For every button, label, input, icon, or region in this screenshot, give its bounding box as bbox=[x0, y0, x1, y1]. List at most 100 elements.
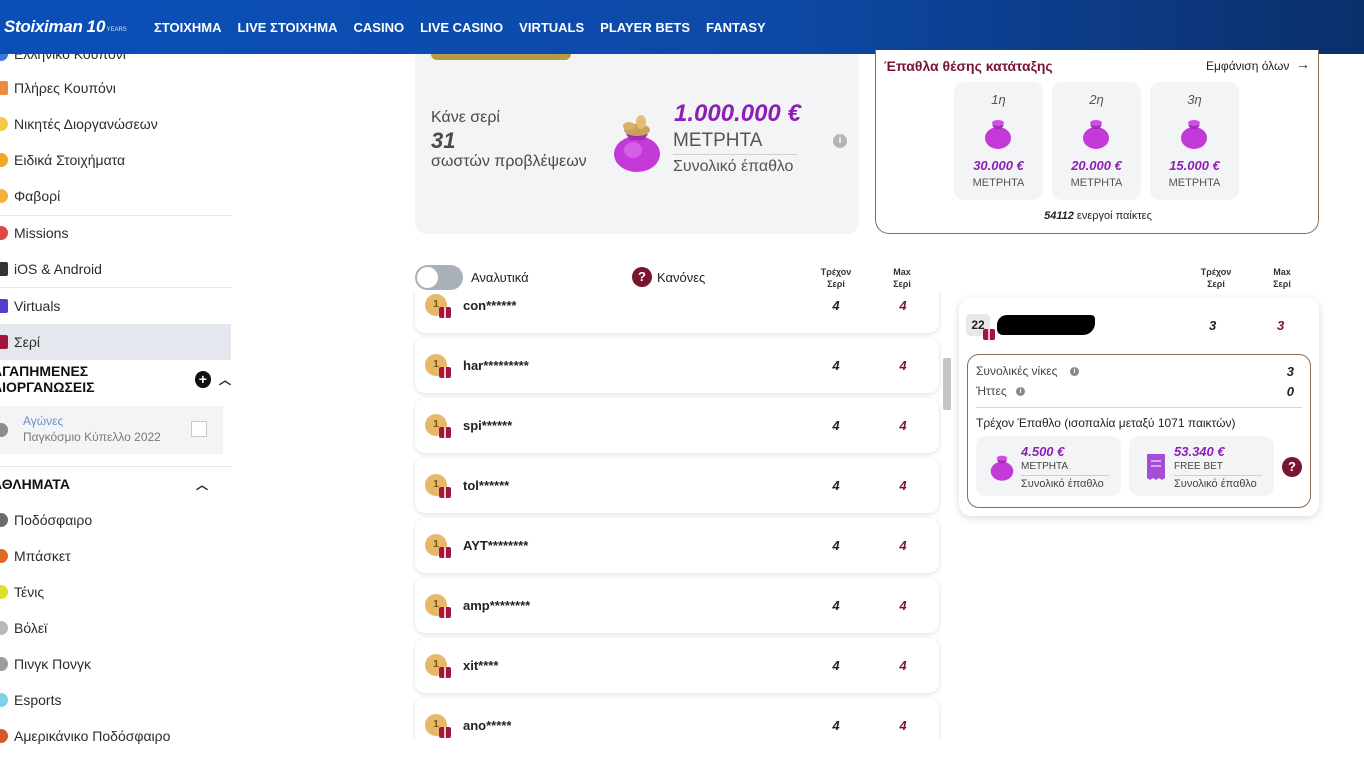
prize-amount: 15.000 € bbox=[1169, 158, 1220, 173]
coupon-icon bbox=[0, 81, 8, 95]
sidebar-item-pingpong[interactable]: Πινγκ Πονγκ bbox=[0, 646, 231, 682]
player-name: ΑΥΤ******** bbox=[463, 538, 529, 553]
player-name: con****** bbox=[463, 298, 517, 313]
prize-rank: 3η bbox=[1187, 92, 1202, 107]
sidebar: Ελληνικό Κουπόνι Πλήρες Κουπόνι Νικητές … bbox=[0, 54, 232, 760]
toggle-knob bbox=[417, 267, 438, 288]
sidebar-item-label: Πλήρες Κουπόνι bbox=[14, 80, 116, 96]
favorites-section-header[interactable]: ΑΓΑΠΗΜΕΝΕΣ ΔΙΟΡΓΑΝΩΣΕΙΣ + ︿ bbox=[0, 361, 231, 397]
sidebar-item-label: Virtuals bbox=[14, 298, 61, 314]
chevron-up-icon[interactable]: ︿ bbox=[196, 476, 208, 493]
coupon-icon bbox=[0, 54, 8, 61]
streak-icon bbox=[0, 335, 8, 349]
sidebar-item-full-coupon[interactable]: Πλήρες Κουπόνι bbox=[0, 70, 231, 106]
streak-line-3: σωστών προβλέψεων bbox=[431, 153, 587, 170]
table-row[interactable]: 1 spi****** 4 4 bbox=[415, 398, 939, 453]
detailed-toggle[interactable] bbox=[415, 265, 463, 290]
nav-live-sports[interactable]: LIVE ΣΤΟΙΧΗΜΑ bbox=[238, 20, 338, 35]
losses-value: 0 bbox=[1286, 384, 1294, 399]
sidebar-item-label: Ποδόσφαιρο bbox=[14, 512, 93, 528]
prize-type: ΜΕΤΡΗΤΑ bbox=[972, 177, 1025, 189]
sidebar-item-outrights[interactable]: Νικητές Διοργανώσεων bbox=[0, 106, 231, 142]
prize-help-icon[interactable]: ? bbox=[1282, 457, 1302, 477]
nav-casino[interactable]: CASINO bbox=[354, 20, 405, 35]
prize-1st: 1η 30.000 € ΜΕΤΡΗΤΑ bbox=[954, 82, 1043, 200]
player-name: har********* bbox=[463, 358, 529, 373]
divider bbox=[673, 154, 797, 155]
logo-text: Stoiximan bbox=[4, 17, 83, 36]
sidebar-item-streak[interactable]: Σερί bbox=[0, 324, 231, 360]
basketball-icon bbox=[0, 549, 8, 563]
table-row[interactable]: 1 ΑΥΤ******** 4 4 bbox=[415, 518, 939, 573]
sidebar-item-esports[interactable]: Esports bbox=[0, 682, 231, 718]
leaderboard-prizes-card: Έπαθλα θέσης κατάταξης Εμφάνιση όλων → 1… bbox=[875, 50, 1319, 234]
sidebar-item-apps[interactable]: iOS & Android bbox=[0, 251, 231, 287]
column-header-line: Τρέχον bbox=[1200, 267, 1232, 277]
current-streak: 4 bbox=[832, 418, 840, 433]
divider bbox=[976, 407, 1302, 408]
streak-total-label: Συνολικό έπαθλο bbox=[673, 158, 794, 175]
sidebar-item-tennis[interactable]: Τένις bbox=[0, 574, 231, 610]
sidebar-item-specials[interactable]: Ειδικά Στοιχήματα bbox=[0, 142, 231, 178]
add-icon[interactable]: + bbox=[194, 370, 211, 388]
sidebar-item-basketball[interactable]: Μπάσκετ bbox=[0, 538, 231, 574]
prizes-title: Έπαθλα θέσης κατάταξης bbox=[884, 58, 1053, 74]
trophy-icon bbox=[0, 117, 8, 131]
sidebar-item-virtuals[interactable]: Virtuals bbox=[0, 288, 231, 324]
table-row[interactable]: 1 har********* 4 4 bbox=[415, 338, 939, 393]
list-scrollbar[interactable] bbox=[943, 358, 951, 410]
sidebar-item-label: Πινγκ Πονγκ bbox=[14, 656, 92, 672]
favorite-competition[interactable]: Αγώνες Παγκόσμιο Κύπελλο 2022 bbox=[0, 406, 223, 454]
stoiximan-logo[interactable]: Stoiximan 10 YEARS bbox=[4, 0, 154, 54]
nav-player-bets[interactable]: PLAYER BETS bbox=[600, 20, 690, 35]
sidebar-item-favorites[interactable]: Φαβορί bbox=[0, 178, 231, 214]
arrow-right-icon[interactable]: → bbox=[1296, 56, 1310, 72]
sidebar-item-football[interactable]: Ποδόσφαιρο bbox=[0, 502, 231, 538]
my-player-card: 22 3 3 Συνολικές νίκες i 3 Ήττες i 0 Τρέ… bbox=[959, 298, 1319, 516]
nav-sports[interactable]: ΣΤΟΙΧΗΜΑ bbox=[154, 20, 222, 35]
freebet-total-label: Συνολικό έπαθλο bbox=[1174, 478, 1257, 490]
nav-live-casino[interactable]: LIVE CASINO bbox=[420, 20, 503, 35]
sports-section-header[interactable]: ΑΘΛΗΜΑΤΑ ︿ bbox=[0, 466, 231, 502]
freebet-amount: 53.340 € bbox=[1174, 444, 1225, 459]
rules-help-icon[interactable]: ? bbox=[632, 267, 652, 287]
player-name: tol****** bbox=[463, 478, 510, 493]
table-row[interactable]: 1 con****** 4 4 bbox=[415, 292, 939, 333]
current-streak: 4 bbox=[832, 478, 840, 493]
sidebar-item-volleyball[interactable]: Βόλεϊ bbox=[0, 610, 231, 646]
money-bag-icon bbox=[1181, 120, 1207, 149]
tennis-icon bbox=[0, 585, 8, 599]
show-all-link[interactable]: Εμφάνιση όλων bbox=[1206, 59, 1289, 73]
logo-badge: 10 bbox=[86, 17, 106, 36]
nav-virtuals[interactable]: VIRTUALS bbox=[519, 20, 584, 35]
rules-link[interactable]: Κανόνες bbox=[657, 270, 705, 285]
nav-fantasy[interactable]: FANTASY bbox=[706, 20, 766, 35]
sidebar-item-american-football[interactable]: Αμερικάνικο Ποδόσφαιρο bbox=[0, 718, 231, 754]
column-header-line: Σερί bbox=[1273, 279, 1291, 289]
favorite-checkbox[interactable] bbox=[191, 421, 207, 437]
top-navigation-bar: Stoiximan 10 YEARS ΣΤΟΙΧΗΜΑ LIVE ΣΤΟΙΧΗΜ… bbox=[0, 0, 1364, 54]
current-prize-label: Τρέχον Έπαθλο (ισοπαλία μεταξύ 1071 παικ… bbox=[976, 416, 1236, 430]
table-row[interactable]: 1 xit**** 4 4 bbox=[415, 638, 939, 693]
virtuals-icon bbox=[0, 299, 8, 313]
info-icon[interactable]: i bbox=[833, 134, 847, 148]
info-icon[interactable]: i bbox=[1070, 367, 1079, 376]
table-row[interactable]: 1 amp******** 4 4 bbox=[415, 578, 939, 633]
losses-label: Ήττες bbox=[976, 384, 1007, 398]
info-icon[interactable]: i bbox=[1016, 387, 1025, 396]
sidebar-item-label: Φαβορί bbox=[14, 188, 61, 204]
table-row[interactable]: 1 tol****** 4 4 bbox=[415, 458, 939, 513]
max-streak: 4 bbox=[899, 658, 907, 673]
active-players-label: ενεργοί παίκτες bbox=[1076, 210, 1152, 222]
gold-button-edge[interactable] bbox=[431, 54, 571, 60]
sidebar-item-missions[interactable]: Missions bbox=[0, 215, 231, 251]
sidebar-item-label: Missions bbox=[14, 225, 69, 241]
table-row[interactable]: 1 ano***** 4 4 bbox=[415, 698, 939, 738]
favorite-icon bbox=[0, 189, 8, 203]
column-header-line: Σερί bbox=[1207, 279, 1225, 289]
detailed-toggle-label: Αναλυτικά bbox=[471, 270, 529, 285]
streak-line-1: Κάνε σερί bbox=[431, 109, 500, 126]
chevron-up-icon[interactable]: ︿ bbox=[219, 371, 231, 388]
max-streak: 4 bbox=[899, 418, 907, 433]
streak-prize-card: Κάνε σερί 31 σωστών προβλέψεων 1.000.000… bbox=[415, 54, 859, 234]
